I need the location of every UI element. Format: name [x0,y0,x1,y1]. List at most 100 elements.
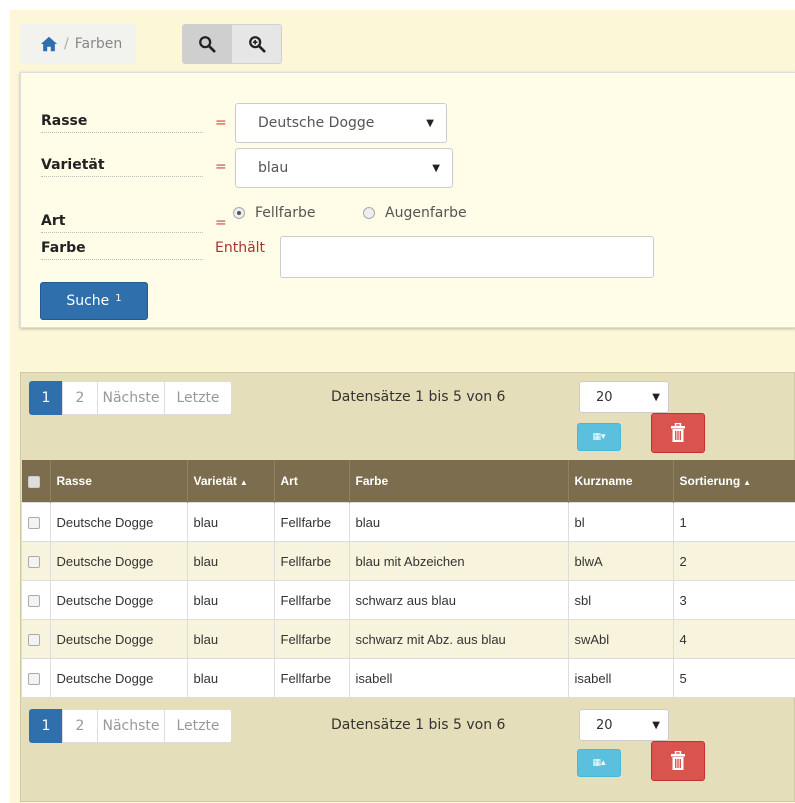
cell-art: Fellfarbe [273,502,350,542]
sort-asc-icon: ▲ [239,478,248,487]
page-2-button[interactable]: 2 [62,709,98,743]
last-page-button[interactable]: Letzte [164,381,232,415]
zoom-in-icon [248,36,266,53]
page-size-select[interactable]: 20 ▼ [579,709,669,741]
table-row[interactable]: Deutsche Dogge blau Fellfarbe schwarz mi… [21,619,795,659]
column-header-label: Varietät [193,474,237,488]
farbe-input[interactable] [280,236,654,278]
page-1-button[interactable]: 1 [29,709,63,743]
column-header-varietaet[interactable]: Varietät ▲ [187,460,275,503]
cell-farbe: isabell [348,658,569,698]
rasse-select[interactable]: Deutsche Dogge ▼ [235,103,447,143]
table-row[interactable]: Deutsche Dogge blau Fellfarbe blau bl 1 [21,502,795,542]
cell-sortierung: 4 [672,619,795,659]
column-header-rasse[interactable]: Rasse [50,460,188,503]
column-header-kurzname[interactable]: Kurzname [568,460,674,503]
table-row[interactable]: Deutsche Dogge blau Fellfarbe schwarz au… [21,580,795,620]
column-header-art[interactable]: Art [274,460,350,503]
columns-button[interactable]: ▦▾ [577,423,621,451]
cell-sortierung: 5 [672,658,795,698]
records-info: Datensätze 1 bis 5 von 6 [331,389,506,405]
table-header-row: Rasse Varietät ▲ Art Farbe Kurzname Sorti… [21,460,795,503]
row-select-cell [21,502,51,542]
trash-icon [671,751,685,770]
sort-asc-icon: ▲ [743,478,752,487]
radio-fellfarbe[interactable]: Fellfarbe [233,205,315,221]
page-2-button[interactable]: 2 [62,381,98,415]
page-size-value: 20 [596,717,613,733]
select-all-checkbox[interactable] [27,475,40,488]
rasse-select-value: Deutsche Dogge [258,115,375,131]
suche-button[interactable]: Suche 1 [40,282,148,320]
cell-rasse: Deutsche Dogge [49,619,188,659]
cell-farbe: blau mit Abzeichen [348,541,569,581]
column-header-label: Kurzname [574,474,633,488]
page-size-select[interactable]: 20 ▼ [579,381,669,413]
delete-button[interactable] [651,741,705,781]
cell-kurzname: blwA [567,541,674,581]
cell-farbe: schwarz aus blau [348,580,569,620]
advanced-search-button[interactable] [232,24,282,64]
results-panel: 1 2 Nächste Letzte Datensätze 1 bis 5 vo… [20,372,795,802]
cell-kurzname: swAbl [567,619,674,659]
row-checkbox[interactable] [28,595,40,608]
table-row[interactable]: Deutsche Dogge blau Fellfarbe isabell is… [21,658,795,698]
row-select-cell [21,619,51,659]
row-checkbox[interactable] [28,634,40,647]
filter-label-art: Art [41,213,203,233]
filter-operator-varietaet: = [215,159,227,175]
search-button[interactable] [182,24,232,64]
cell-varietaet: blau [186,658,275,698]
chevron-down-icon: ▼ [426,117,434,129]
row-select-cell [21,541,51,581]
records-info: Datensätze 1 bis 5 von 6 [331,717,506,733]
cell-sortierung: 1 [672,502,795,542]
home-icon[interactable] [40,35,58,53]
pagination-bottom: 1 2 Nächste Letzte [29,709,232,743]
radio-unselected-icon [363,207,375,219]
row-checkbox[interactable] [28,673,40,686]
suche-badge: 1 [115,292,122,304]
columns-button[interactable]: ▦▴ [577,749,621,777]
column-header-label: Farbe [355,474,389,488]
cell-rasse: Deutsche Dogge [49,580,188,620]
cell-sortierung: 2 [672,541,795,581]
table-row[interactable]: Deutsche Dogge blau Fellfarbe blau mit A… [21,541,795,581]
row-checkbox[interactable] [28,556,40,569]
breadcrumb-separator: / [64,36,69,52]
chevron-down-icon: ▼ [652,719,660,731]
column-header-farbe[interactable]: Farbe [349,460,569,503]
row-checkbox[interactable] [28,517,40,530]
cell-kurzname: bl [567,502,674,542]
trash-icon [671,423,685,442]
row-select-cell [21,580,51,620]
column-header-sortierung[interactable]: Sortierung ▲ [673,460,795,503]
cell-sortierung: 3 [672,580,795,620]
column-header-label: Art [280,474,298,488]
column-header-label: Sortierung [679,474,741,488]
suche-button-label: Suche [66,293,110,309]
radio-augenfarbe-label: Augenfarbe [385,205,467,221]
cell-varietaet: blau [186,541,275,581]
cell-art: Fellfarbe [273,541,350,581]
breadcrumb-current: Farben [74,36,123,52]
next-page-button[interactable]: Nächste [97,381,165,415]
radio-augenfarbe[interactable]: Augenfarbe [363,205,467,221]
cell-art: Fellfarbe [273,619,350,659]
filter-label-varietaet: Varietät [41,157,203,177]
last-page-button[interactable]: Letzte [164,709,232,743]
cell-varietaet: blau [186,502,275,542]
filter-operator-farbe: Enthält [215,240,266,256]
chevron-down-icon: ▼ [432,162,440,174]
page-1-button[interactable]: 1 [29,381,63,415]
filter-operator-rasse: = [215,115,227,131]
cell-rasse: Deutsche Dogge [49,541,188,581]
select-all-cell [21,460,51,503]
column-header-label: Rasse [56,474,92,488]
search-toggle-group [182,24,282,64]
delete-button[interactable] [651,413,705,453]
varietaet-select[interactable]: blau ▼ [235,148,453,188]
columns-icon: ▦▴ [592,758,606,768]
cell-art: Fellfarbe [273,580,350,620]
next-page-button[interactable]: Nächste [97,709,165,743]
